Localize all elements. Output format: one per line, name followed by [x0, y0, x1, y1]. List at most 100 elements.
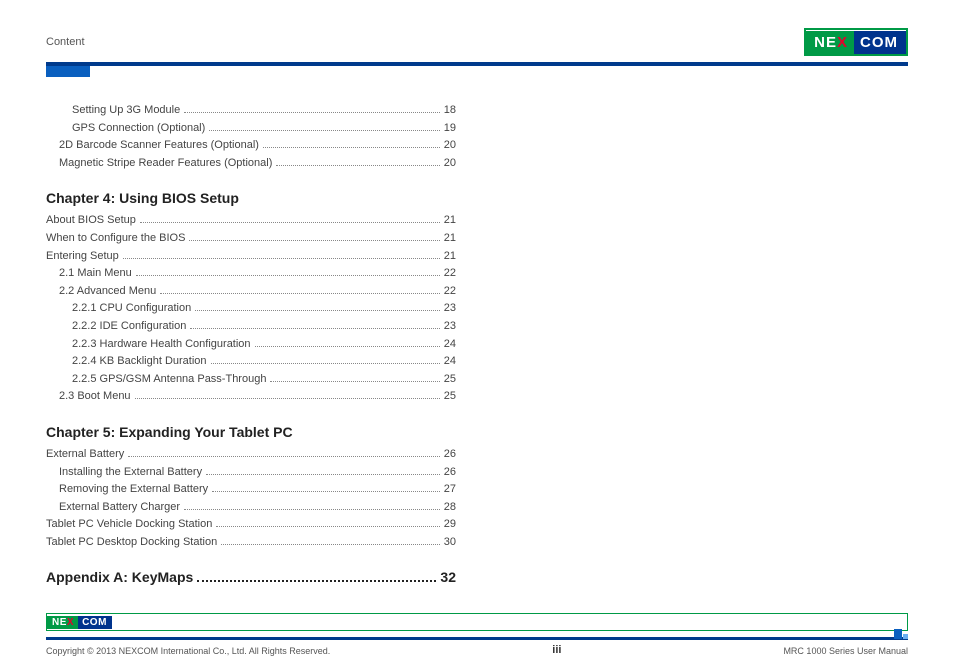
- leader-dots: [136, 275, 440, 276]
- toc-label: Tablet PC Vehicle Docking Station: [46, 516, 212, 534]
- toc-ch4-row[interactable]: When to Configure the BIOS 21: [46, 230, 456, 248]
- toc-page: 30: [444, 534, 456, 552]
- toc-page: 23: [444, 300, 456, 318]
- toc-label: Removing the External Battery: [59, 481, 208, 499]
- toc-label: 2.3 Boot Menu: [59, 388, 131, 406]
- section-label: Content: [46, 36, 85, 48]
- toc-ch4-row[interactable]: 2.2.2 IDE Configuration 23: [46, 318, 456, 336]
- toc-label: 2.2.1 CPU Configuration: [72, 300, 191, 318]
- toc-label: 2.2.2 IDE Configuration: [72, 318, 186, 336]
- toc-page: 27: [444, 481, 456, 499]
- toc-page: 19: [444, 120, 456, 138]
- toc-page: 21: [444, 230, 456, 248]
- toc-page: 24: [444, 353, 456, 371]
- leader-dots: [206, 474, 440, 475]
- toc-page: 22: [444, 283, 456, 301]
- toc-ch5-row[interactable]: Removing the External Battery 27: [46, 481, 456, 499]
- leader-dots: [123, 258, 440, 259]
- toc-ch4-row[interactable]: Entering Setup 21: [46, 248, 456, 266]
- toc-label: 2.1 Main Menu: [59, 265, 132, 283]
- leader-dots: [160, 293, 440, 294]
- toc-pre-row[interactable]: 2D Barcode Scanner Features (Optional) 20: [46, 137, 456, 155]
- toc-pre-row[interactable]: GPS Connection (Optional) 19: [46, 120, 456, 138]
- toc-ch4-row[interactable]: 2.2.5 GPS/GSM Antenna Pass-Through 25: [46, 371, 456, 389]
- leader-dots: [263, 147, 440, 148]
- leader-dots: [270, 381, 439, 382]
- leader-dots: [211, 363, 440, 364]
- leader-dots: [216, 526, 439, 527]
- toc-label: External Battery Charger: [59, 499, 180, 517]
- leader-dots: [195, 310, 440, 311]
- toc-ch5-row[interactable]: Tablet PC Desktop Docking Station 30: [46, 534, 456, 552]
- page-footer: NEXCOM Copyright © 2013 NEXCOM Internati…: [46, 613, 908, 656]
- toc-ch4-row[interactable]: 2.2.4 KB Backlight Duration 24: [46, 353, 456, 371]
- toc-label: About BIOS Setup: [46, 212, 136, 230]
- toc-label: 2.2 Advanced Menu: [59, 283, 156, 301]
- brand-logo: NEXCOM: [804, 28, 908, 56]
- toc-label: 2.2.5 GPS/GSM Antenna Pass-Through: [72, 371, 266, 389]
- leader-dots: [135, 398, 440, 399]
- header-rule: [46, 62, 908, 66]
- toc-ch4-row[interactable]: 2.2.1 CPU Configuration 23: [46, 300, 456, 318]
- copyright-text: Copyright © 2013 NEXCOM International Co…: [46, 646, 330, 656]
- toc-page: 26: [444, 446, 456, 464]
- toc-page: 18: [444, 102, 456, 120]
- leader-dots: [212, 491, 440, 492]
- leader-dots: [189, 240, 439, 241]
- toc-ch5-row[interactable]: Tablet PC Vehicle Docking Station 29: [46, 516, 456, 534]
- toc-label: Entering Setup: [46, 248, 119, 266]
- toc-pre-row[interactable]: Magnetic Stripe Reader Features (Optiona…: [46, 155, 456, 173]
- toc-page: 21: [444, 248, 456, 266]
- toc-label: GPS Connection (Optional): [72, 120, 205, 138]
- toc-page: 21: [444, 212, 456, 230]
- footer-decoration-icon: [894, 629, 908, 639]
- manual-title: MRC 1000 Series User Manual: [783, 646, 908, 656]
- toc-label: Magnetic Stripe Reader Features (Optiona…: [59, 155, 272, 173]
- toc-ch5-row[interactable]: External Battery Charger 28: [46, 499, 456, 517]
- toc-label: When to Configure the BIOS: [46, 230, 185, 248]
- footer-logo: NEXCOM: [46, 613, 908, 631]
- leader-dots: [276, 165, 439, 166]
- toc-page: 29: [444, 516, 456, 534]
- toc-ch4-row[interactable]: About BIOS Setup 21: [46, 212, 456, 230]
- leader-dots: [190, 328, 439, 329]
- toc-content: Setting Up 3G Module18GPS Connection (Op…: [46, 102, 456, 586]
- toc-ch4-row[interactable]: 2.1 Main Menu 22: [46, 265, 456, 283]
- toc-page: 22: [444, 265, 456, 283]
- toc-page: 25: [444, 388, 456, 406]
- leader-dots: [221, 544, 440, 545]
- leader-dots: [184, 509, 440, 510]
- toc-label: Installing the External Battery: [59, 464, 202, 482]
- toc-pre-row[interactable]: Setting Up 3G Module 18: [46, 102, 456, 120]
- toc-page: 26: [444, 464, 456, 482]
- leader-dots: [255, 346, 440, 347]
- toc-page: 20: [444, 137, 456, 155]
- toc-ch4-row[interactable]: 2.2 Advanced Menu 22: [46, 283, 456, 301]
- chapter-4-title: Chapter 4: Using BIOS Setup: [46, 190, 456, 206]
- toc-page: 28: [444, 499, 456, 517]
- toc-ch4-row[interactable]: 2.2.3 Hardware Health Configuration 24: [46, 336, 456, 354]
- toc-page: 20: [444, 155, 456, 173]
- chapter-5-title: Chapter 5: Expanding Your Tablet PC: [46, 424, 456, 440]
- appendix-a-row[interactable]: Appendix A: KeyMaps 32: [46, 569, 456, 586]
- toc-ch5-row[interactable]: Installing the External Battery 26: [46, 464, 456, 482]
- toc-label: 2.2.3 Hardware Health Configuration: [72, 336, 251, 354]
- leader-dots: [184, 112, 440, 113]
- page-number: iii: [552, 644, 561, 656]
- toc-page: 24: [444, 336, 456, 354]
- toc-label: 2.2.4 KB Backlight Duration: [72, 353, 207, 371]
- toc-label: Tablet PC Desktop Docking Station: [46, 534, 217, 552]
- leader-dots: [197, 580, 436, 582]
- toc-ch4-row[interactable]: 2.3 Boot Menu 25: [46, 388, 456, 406]
- leader-dots: [140, 222, 440, 223]
- leader-dots: [128, 456, 439, 457]
- toc-label: 2D Barcode Scanner Features (Optional): [59, 137, 259, 155]
- appendix-label: Appendix A: KeyMaps: [46, 569, 193, 585]
- toc-page: 23: [444, 318, 456, 336]
- toc-page: 25: [444, 371, 456, 389]
- toc-label: Setting Up 3G Module: [72, 102, 180, 120]
- appendix-page: 32: [440, 569, 456, 585]
- toc-label: External Battery: [46, 446, 124, 464]
- toc-ch5-row[interactable]: External Battery 26: [46, 446, 456, 464]
- leader-dots: [209, 130, 439, 131]
